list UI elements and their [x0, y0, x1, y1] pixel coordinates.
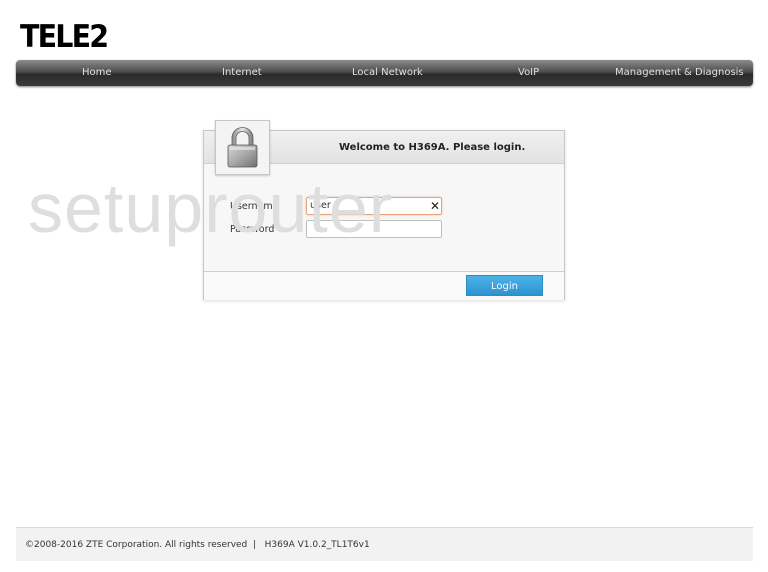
username-label: Username: [230, 201, 279, 212]
login-button[interactable]: Login: [466, 275, 543, 296]
nav-item-voip[interactable]: VoIP: [518, 60, 539, 86]
nav-item-home[interactable]: Home: [82, 60, 112, 86]
page-footer: ©2008-2016 ZTE Corporation. All rights r…: [16, 527, 753, 561]
login-panel: Welcome to H369A. Please login. Username: [203, 120, 565, 300]
nav-item-local-network[interactable]: Local Network: [352, 60, 423, 86]
tele2-logo: TELE2: [20, 19, 109, 55]
lock-icon: [227, 127, 258, 168]
footer-separator: |: [253, 540, 257, 550]
copyright-text: ©2008-2016 ZTE Corporation. All rights r…: [25, 540, 248, 550]
version-text: H369A V1.0.2_TL1T6v1: [264, 540, 370, 550]
username-input[interactable]: [306, 197, 442, 215]
nav-item-management-diagnosis[interactable]: Management & Diagnosis: [615, 60, 744, 86]
password-label: Password: [230, 224, 275, 235]
main-nav: Home Internet Local Network VoIP Managem…: [16, 60, 753, 86]
login-title: Welcome to H369A. Please login.: [339, 142, 526, 153]
lock-icon-frame: [215, 120, 270, 175]
nav-item-internet[interactable]: Internet: [222, 60, 262, 86]
clear-icon[interactable]: ✕: [430, 199, 440, 213]
footer-text: ©2008-2016 ZTE Corporation. All rights r…: [25, 528, 370, 562]
login-footer: Login: [204, 271, 564, 300]
password-input[interactable]: [306, 220, 442, 238]
